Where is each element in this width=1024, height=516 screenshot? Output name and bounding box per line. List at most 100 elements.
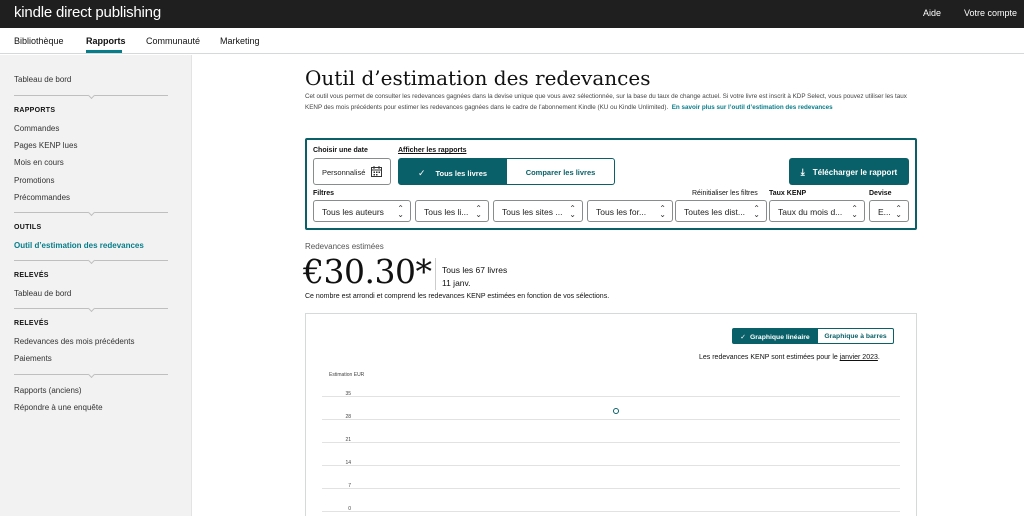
author-filter-value: Tous les auteurs [322, 207, 384, 217]
chart-gridline [322, 396, 900, 397]
line-chart-toggle[interactable]: ✓ Graphique linéaire [732, 328, 818, 344]
sidebar-item-releves-dashboard[interactable]: Tableau de bord [14, 289, 71, 298]
sidebar-heading-outils: OUTILS [14, 224, 42, 231]
nav-bibliotheque[interactable]: Bibliothèque [14, 36, 64, 46]
chart-gridline [322, 511, 900, 512]
download-icon: ⤓ [800, 167, 805, 177]
sidebar-divider [14, 374, 168, 375]
all-books-label: Tous les livres [435, 169, 488, 178]
chevron-updown-icon: ⌃ ⌄ [397, 204, 404, 219]
currency-select[interactable]: E... ⌃ ⌄ [869, 200, 909, 222]
kenp-note-suffix: . [877, 354, 880, 361]
kdp-logo[interactable]: kindle direct publishing [14, 4, 161, 21]
sidebar-item-survey[interactable]: Répondre à une enquête [14, 403, 103, 412]
sidebar-item-mois-en-cours[interactable]: Mois en cours [14, 158, 64, 167]
chevron-updown-icon: ⌃ ⌄ [659, 204, 666, 219]
page-title: Outil d’estimation des redevances [305, 66, 651, 90]
download-report-button[interactable]: ⤓ Télécharger le rapport [789, 158, 909, 185]
reset-filters-link[interactable]: Réinitialiser les filtres [692, 190, 758, 197]
chevron-updown-icon: ⌃ ⌄ [895, 204, 902, 219]
sidebar-divider [14, 95, 168, 96]
y-tick-label: 35 [345, 391, 351, 397]
bar-chart-toggle[interactable]: Graphique à barres [818, 328, 894, 344]
sidebar-item-kenp[interactable]: Pages KENP lues [14, 141, 77, 150]
nav-marketing[interactable]: Marketing [220, 36, 260, 46]
sidebar-divider [14, 308, 168, 309]
kenp-rate-value: Taux du mois d... [778, 207, 843, 217]
nav-communaute[interactable]: Communauté [146, 36, 200, 46]
learn-more-link[interactable]: En savoir plus sur l’outil d’estimation … [672, 104, 833, 111]
chevron-updown-icon: ⌃ ⌄ [475, 204, 482, 219]
chart-gridline [322, 442, 900, 443]
site-filter-value: Tous les sites ... [502, 207, 563, 217]
y-tick-label: 28 [345, 414, 351, 420]
estimate-value: €30.30* [303, 252, 432, 291]
logo-kindle: kindle [14, 4, 56, 21]
chevron-updown-icon: ⌃ ⌄ [851, 204, 858, 219]
date-label: Choisir une date [313, 147, 368, 154]
format-filter[interactable]: Tous les for... ⌃ ⌄ [587, 200, 673, 222]
y-tick-label: 14 [345, 460, 351, 466]
sidebar-heading-rapports: RAPPORTS [14, 107, 56, 114]
logo-direct-publishing: direct publishing [55, 4, 161, 21]
kenp-label: Taux KENP [769, 190, 807, 197]
distribution-filter-value: Toutes les dist... [684, 207, 745, 217]
kenp-rate-select[interactable]: Taux du mois d... ⌃ ⌄ [769, 200, 865, 222]
help-link[interactable]: Aide [923, 8, 941, 18]
compare-books-label: Comparer les livres [525, 168, 596, 177]
nav-rapports[interactable]: Rapports [86, 36, 126, 46]
sidebar-heading-releves-2: RELEVÉS [14, 320, 49, 327]
kenp-estimate-note: Les redevances KENP sont estimées pour l… [699, 354, 880, 361]
format-filter-value: Tous les for... [596, 207, 647, 217]
nav-active-indicator [86, 50, 122, 53]
sidebar-item-promotions[interactable]: Promotions [14, 176, 54, 185]
currency-value: E... [878, 207, 891, 217]
account-link[interactable]: Votre compte [964, 8, 1017, 18]
sidebar-item-precommandes[interactable]: Précommandes [14, 193, 70, 202]
y-tick-label: 21 [345, 437, 351, 443]
chart-gridline [322, 488, 900, 489]
estimate-note: Ce nombre est arrondi et comprend les re… [305, 293, 610, 300]
currency-label: Devise [869, 190, 892, 197]
calendar-icon [371, 166, 382, 177]
y-tick-label: 7 [348, 483, 351, 489]
all-books-toggle[interactable]: ✓ Tous les livres [398, 158, 507, 185]
chart-gridline [322, 419, 900, 420]
sidebar-item-payments[interactable]: Paiements [14, 354, 52, 363]
estimate-date: 11 janv. [442, 278, 471, 288]
sidebar-item-legacy-reports[interactable]: Rapports (anciens) [14, 386, 82, 395]
sidebar-divider [14, 212, 168, 213]
y-tick-label: 0 [348, 506, 351, 512]
book-filter[interactable]: Tous les li... ⌃ ⌄ [415, 200, 489, 222]
download-label: Télécharger le rapport [812, 168, 898, 177]
date-picker[interactable]: Personnalisé [313, 158, 391, 185]
page-description: Cet outil vous permet de consulter les r… [305, 91, 917, 113]
sidebar-item-previous-royalties[interactable]: Redevances des mois précédents [14, 337, 135, 346]
sidebar-item-dashboard[interactable]: Tableau de bord [14, 75, 71, 84]
estimate-label: Redevances estimées [305, 242, 384, 251]
checkmark-icon: ✓ [417, 168, 426, 178]
sidebar-item-estimation-tool[interactable]: Outil d’estimation des redevances [14, 241, 144, 250]
kenp-note-month[interactable]: janvier 2023 [840, 354, 878, 361]
y-axis-title: Estimation EUR [329, 372, 365, 378]
date-value: Personnalisé [322, 168, 366, 177]
filters-label: Filtres [313, 190, 335, 197]
top-bar: kindle direct publishing Aide Votre comp… [0, 0, 1024, 28]
chevron-updown-icon: ⌃ ⌄ [569, 204, 576, 219]
main-nav: Bibliothèque Rapports Communauté Marketi… [0, 28, 1024, 54]
bar-chart-label: Graphique à barres [824, 333, 887, 340]
distribution-filter[interactable]: Toutes les dist... ⌃ ⌄ [675, 200, 767, 222]
sidebar-item-commandes[interactable]: Commandes [14, 124, 59, 133]
sidebar-heading-releves: RELEVÉS [14, 272, 49, 279]
checkmark-icon: ✓ [740, 334, 746, 341]
chevron-updown-icon: ⌃ ⌄ [753, 204, 760, 219]
compare-books-toggle[interactable]: Comparer les livres [507, 158, 615, 185]
line-chart-label: Graphique linéaire [750, 334, 810, 341]
estimate-books: Tous les 67 livres [442, 265, 508, 275]
sidebar-divider [14, 260, 168, 261]
book-filter-value: Tous les li... [424, 207, 469, 217]
site-filter[interactable]: Tous les sites ... ⌃ ⌄ [493, 200, 583, 222]
author-filter[interactable]: Tous les auteurs ⌃ ⌄ [313, 200, 411, 222]
chart-gridline [322, 465, 900, 466]
kenp-note-prefix: Les redevances KENP sont estimées pour l… [699, 354, 840, 361]
